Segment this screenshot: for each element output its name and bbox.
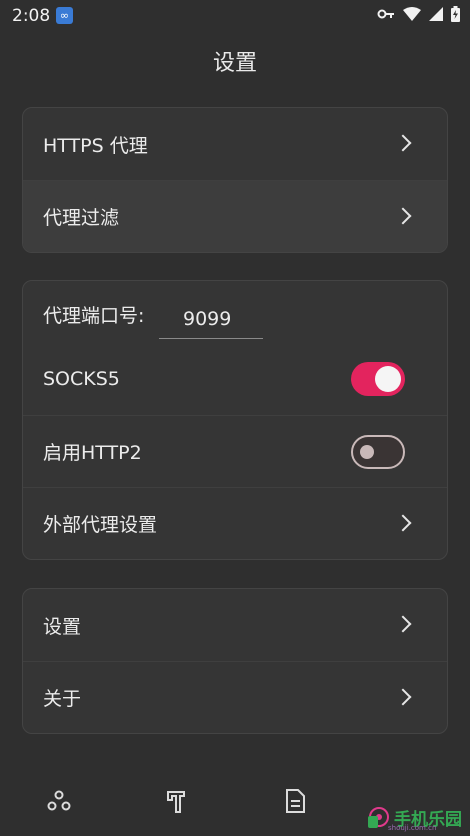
- http2-row: 启用HTTP2: [23, 415, 447, 487]
- document-icon[interactable]: [280, 786, 310, 816]
- watermark-logo: 手机乐园 shouji.com.cn: [366, 804, 462, 832]
- socks5-row: SOCKS5: [23, 343, 447, 415]
- chevron-right-icon: [394, 514, 412, 531]
- watermark-subtext: shouji.com.cn: [388, 824, 437, 832]
- https-proxy-item[interactable]: HTTPS 代理: [23, 108, 447, 180]
- https-proxy-label: HTTPS 代理: [43, 134, 148, 157]
- settings-label: 设置: [43, 615, 82, 638]
- port-input[interactable]: [159, 299, 263, 339]
- chevron-right-icon: [394, 688, 412, 705]
- app-notification-icon: ∞: [56, 7, 73, 24]
- port-label: 代理端口号:: [43, 305, 145, 327]
- status-bar: 2:08 ∞: [0, 0, 470, 32]
- chevron-right-icon: [394, 207, 412, 224]
- network-icon[interactable]: [44, 786, 74, 816]
- chevron-right-icon: [394, 134, 412, 152]
- about-label: 关于: [43, 688, 82, 710]
- external-proxy-label: 外部代理设置: [43, 514, 158, 536]
- bottom-navigation: 手机乐园 shouji.com.cn: [0, 766, 470, 836]
- wifi-icon: [403, 7, 421, 24]
- socks5-label: SOCKS5: [43, 368, 120, 390]
- vpn-key-icon: [377, 8, 395, 23]
- http2-label: 启用HTTP2: [43, 442, 142, 464]
- proxy-filter-item[interactable]: 代理过滤: [23, 180, 447, 252]
- http2-toggle[interactable]: [351, 434, 405, 469]
- system-icons: [377, 6, 460, 25]
- proxy-filter-label: 代理过滤: [43, 207, 120, 229]
- toggle-knob: [360, 444, 374, 459]
- settings-item[interactable]: 设置: [23, 589, 447, 661]
- status-time: 2:08: [12, 6, 51, 26]
- chevron-right-icon: [394, 615, 412, 633]
- port-row: 代理端口号:: [23, 281, 447, 343]
- signal-icon: [429, 7, 443, 24]
- proxy-card: HTTPS 代理 代理过滤: [22, 107, 448, 253]
- toggle-knob: [375, 366, 401, 392]
- page-title: 设置: [212, 51, 257, 76]
- tools-icon[interactable]: [162, 786, 192, 816]
- external-proxy-item[interactable]: 外部代理设置: [23, 487, 447, 559]
- socks5-toggle[interactable]: [351, 362, 405, 396]
- battery-charging-icon: [451, 6, 460, 25]
- about-item[interactable]: 关于: [23, 661, 447, 733]
- connection-card: 代理端口号: SOCKS5 启用HTTP2 外部代理设置: [22, 280, 448, 560]
- misc-card: 设置 关于: [22, 588, 448, 734]
